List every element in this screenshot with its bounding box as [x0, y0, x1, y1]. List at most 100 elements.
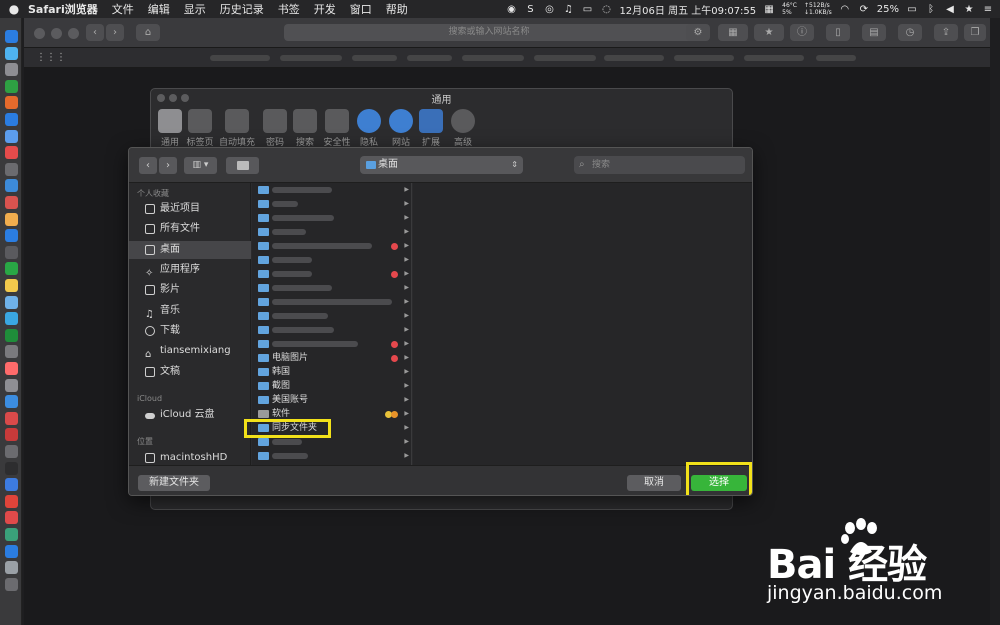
app-icon[interactable] [5, 428, 18, 442]
tabs-icon[interactable]: ❐ [964, 24, 986, 41]
share-icon[interactable]: ⇪ [934, 24, 958, 41]
menu-edit[interactable]: 编辑 [148, 1, 170, 17]
bookmark-icon[interactable]: ★ [754, 24, 784, 41]
wechat-icon[interactable] [5, 544, 18, 558]
bookmark-link[interactable] [744, 55, 804, 61]
list-icon[interactable]: ≡ [982, 4, 994, 15]
folder-row[interactable]: ▶ [252, 267, 411, 281]
back-button[interactable]: ‹ [139, 157, 157, 174]
podcast-icon[interactable] [5, 378, 18, 392]
sidebar-item-home[interactable]: ⌂ tiansemixiang [129, 342, 251, 360]
netease-icon[interactable] [5, 511, 18, 525]
forward-button[interactable]: › [159, 157, 177, 174]
monitor-icon[interactable] [5, 461, 18, 475]
wifi-icon[interactable]: ◠ [839, 4, 851, 15]
home-icon[interactable]: ⌂ [136, 24, 160, 41]
sidebar-item-movies[interactable]: 影片 [129, 281, 251, 299]
battery-percent[interactable]: 25% [877, 4, 899, 15]
folder-row[interactable]: 电脑图片 ▶ [252, 351, 411, 365]
minimize-window-button[interactable] [51, 28, 62, 39]
info-icon[interactable]: ⓘ [790, 24, 814, 41]
app-icon[interactable] [5, 162, 18, 176]
folder-row[interactable]: ▶ [252, 337, 411, 351]
history-icon[interactable]: ◷ [898, 24, 922, 41]
tab-privacy[interactable]: 隐私 [351, 109, 387, 148]
android-icon[interactable] [5, 79, 18, 93]
print-icon[interactable]: ▤ [862, 24, 886, 41]
bookmark-link[interactable] [534, 55, 596, 61]
folder-row[interactable]: ▶ [252, 183, 411, 197]
ghost-icon[interactable]: ◉ [505, 4, 517, 15]
bookmark-link[interactable] [604, 55, 664, 61]
app-icon[interactable] [5, 245, 18, 259]
folder-icon[interactable] [226, 157, 259, 174]
tab-search[interactable]: 搜索 [287, 109, 323, 148]
folder-row[interactable]: ▶ [252, 295, 411, 309]
menu-window[interactable]: 窗口 [350, 1, 372, 17]
bookmark-link[interactable] [352, 55, 397, 61]
folder-row[interactable]: ▶ [252, 197, 411, 211]
tab-extensions[interactable]: 扩展 [413, 109, 449, 148]
app-icon[interactable] [5, 229, 18, 243]
folder-row[interactable]: ▶ [252, 211, 411, 225]
search-input[interactable]: ⌕ 搜索 [574, 156, 745, 174]
folder-row[interactable]: 美国账号 ▶ [252, 393, 411, 407]
volume-icon[interactable]: ◀ [944, 4, 956, 15]
sidebar-item-recents[interactable]: 最近项目 [129, 200, 251, 218]
app-icon[interactable] [5, 328, 18, 342]
menu-history[interactable]: 历史记录 [220, 1, 264, 17]
s-app-icon[interactable]: S [524, 4, 536, 15]
music-icon[interactable] [5, 362, 18, 375]
tab-advanced[interactable]: 高级 [445, 109, 481, 148]
app-menu-name[interactable]: Safari浏览器 [28, 1, 98, 17]
app-icon[interactable] [5, 295, 18, 309]
view-mode-button[interactable]: ▥ ▾ [184, 157, 217, 174]
bookmark-link[interactable] [280, 55, 342, 61]
app-icon[interactable] [5, 262, 18, 276]
sidebar-icon[interactable]: ▯ [826, 24, 850, 41]
bluetooth-icon[interactable]: ᛒ [925, 4, 937, 15]
star-icon[interactable]: ★ [963, 4, 975, 15]
sidebar-item-desktop[interactable]: 桌面 [129, 241, 251, 259]
safari-icon[interactable] [5, 46, 18, 60]
new-folder-button[interactable]: 新建文件夹 [138, 475, 210, 491]
address-bar[interactable]: 搜索或输入网站名称 [284, 24, 694, 41]
bookmark-link[interactable] [674, 55, 734, 61]
app-icon[interactable] [5, 129, 18, 143]
bookmark-link[interactable] [210, 55, 270, 61]
folder-row[interactable]: ▶ [252, 225, 411, 239]
tab-security[interactable]: 安全性 [319, 109, 355, 148]
sidebar-item-downloads[interactable]: 下载 [129, 322, 251, 340]
display-icon[interactable]: ▭ [581, 4, 593, 15]
sidebar-item-icloud-drive[interactable]: iCloud 云盘 [129, 406, 251, 424]
network-icon[interactable]: ◌ [600, 4, 612, 15]
menu-view[interactable]: 显示 [184, 1, 206, 17]
folder-icon[interactable] [5, 561, 18, 575]
datetime[interactable]: 12月06日 周五 上午09:07:55 [619, 2, 756, 17]
folder-row[interactable]: 截图 ▶ [252, 379, 411, 393]
app-icon[interactable] [5, 279, 18, 292]
bookmark-link[interactable] [407, 55, 452, 61]
sync-icon[interactable]: ⟳ [858, 4, 870, 15]
globe-icon[interactable]: ◎ [543, 4, 555, 15]
finder-icon[interactable] [5, 30, 18, 43]
app-icon[interactable] [5, 196, 18, 209]
grid-icon[interactable]: ▦ [718, 24, 748, 41]
forward-button[interactable]: › [106, 24, 124, 41]
apple-icon[interactable]: ● [0, 2, 28, 16]
appletv-icon[interactable] [5, 395, 18, 409]
trash-icon[interactable] [5, 577, 18, 591]
cancel-button[interactable]: 取消 [627, 475, 681, 491]
launchpad-icon[interactable] [5, 63, 18, 77]
menu-file[interactable]: 文件 [112, 1, 134, 17]
battery-icon[interactable]: ▭ [906, 4, 918, 15]
folder-row[interactable]: ▶ [252, 309, 411, 323]
appstore-icon[interactable] [5, 411, 18, 425]
tab-autofill[interactable]: 自动填充 [219, 109, 255, 148]
sidebar-item-documents[interactable]: 文稿 [129, 363, 251, 381]
menu-help[interactable]: 帮助 [386, 1, 408, 17]
terminal-icon[interactable] [5, 445, 18, 458]
app-icon[interactable] [5, 312, 18, 326]
vpn-icon[interactable] [5, 478, 18, 492]
app-icon[interactable] [5, 345, 18, 359]
